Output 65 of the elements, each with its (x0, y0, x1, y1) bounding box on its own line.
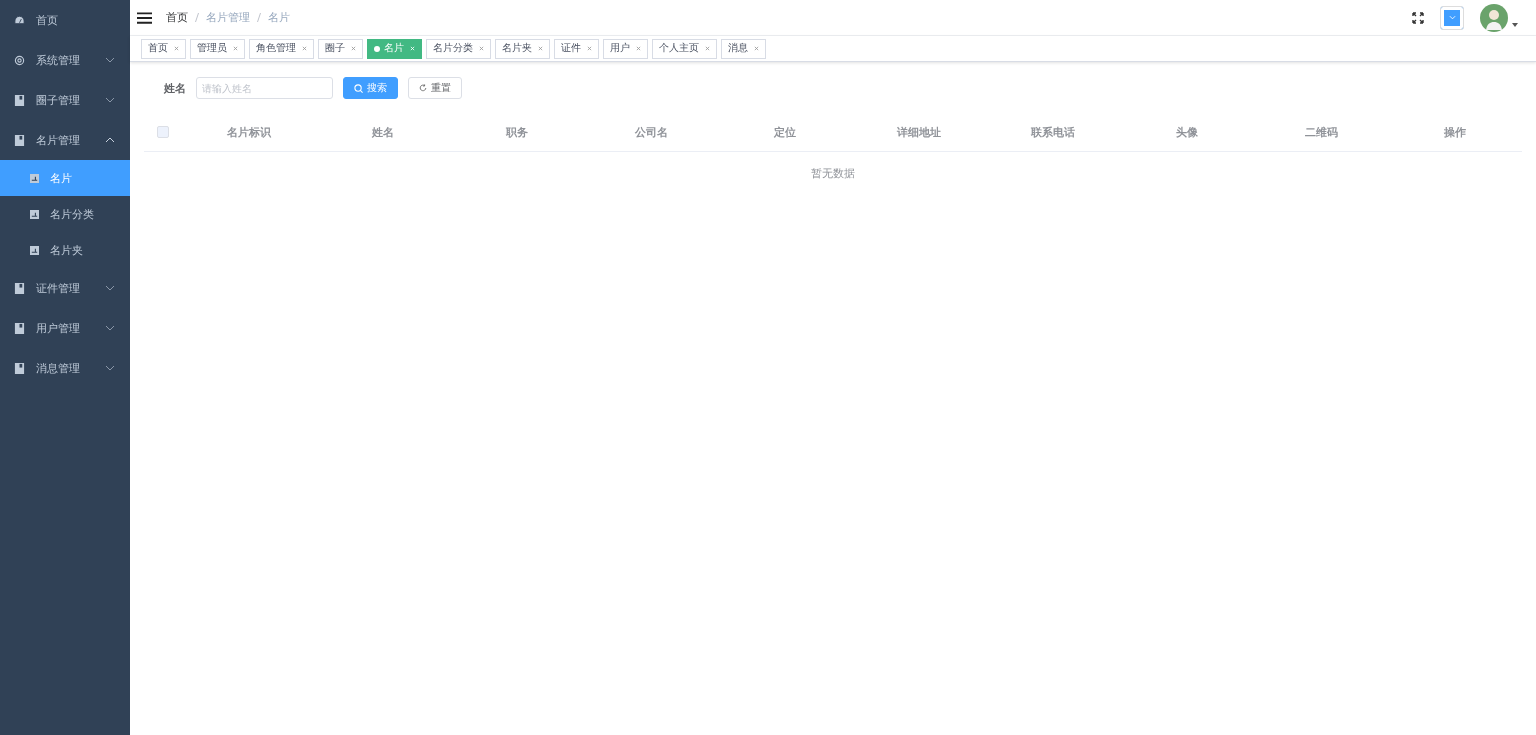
book-icon (14, 282, 25, 294)
column-header: 联系电话 (1030, 124, 1076, 140)
book-icon (14, 362, 25, 374)
book-icon (14, 322, 25, 334)
field-label: 姓名 (164, 80, 186, 96)
menu-item[interactable]: 名片管理 (0, 120, 130, 160)
close-icon[interactable] (174, 46, 179, 51)
menu-item[interactable]: 首页 (0, 0, 130, 40)
book-icon (14, 94, 25, 106)
close-icon[interactable] (538, 46, 543, 51)
close-icon[interactable] (754, 46, 759, 51)
tab[interactable]: 用户 (603, 38, 648, 59)
empty-message: 暂无数据 (811, 167, 855, 180)
column-header: 职务 (505, 124, 529, 140)
menu-item[interactable]: 证件管理 (0, 268, 130, 308)
menu-icon[interactable] (137, 11, 152, 24)
menu-item[interactable]: 用户管理 (0, 308, 130, 348)
close-icon[interactable] (587, 46, 592, 51)
close-icon[interactable] (479, 46, 484, 51)
chevron-icon (1448, 15, 1456, 20)
dashboard-icon (14, 15, 25, 25)
column-header: 操作 (1443, 124, 1467, 140)
column-header: 头像 (1175, 124, 1199, 140)
tab[interactable]: 证件 (554, 38, 599, 59)
tab[interactable]: 圈子 (318, 38, 363, 59)
close-icon[interactable] (636, 46, 641, 51)
column-header: 详细地址 (896, 124, 942, 140)
close-icon[interactable] (351, 46, 356, 51)
column-header: 名片标识 (226, 124, 272, 140)
menu-item[interactable]: 消息管理 (0, 348, 130, 388)
document-icon (30, 245, 39, 255)
column-header: 二维码 (1303, 124, 1339, 140)
menu-item[interactable]: 系统管理 (0, 40, 130, 80)
column-header: 定位 (773, 124, 797, 140)
menu-item[interactable]: 圈子管理 (0, 80, 130, 120)
submenu-item[interactable]: 名片分类 (0, 196, 130, 232)
breadcrumb-separator (257, 13, 261, 22)
tab[interactable]: 个人主页 (652, 38, 717, 59)
gear-icon (14, 54, 25, 66)
tab[interactable]: 角色管理 (249, 38, 314, 59)
tab[interactable]: 管理员 (190, 38, 245, 59)
tab[interactable]: 名片夹 (495, 38, 550, 59)
column-header: 姓名 (371, 124, 395, 140)
breadcrumb-item[interactable]: 首页 (166, 10, 188, 25)
refresh-icon (419, 84, 427, 92)
caret-icon[interactable] (1512, 22, 1518, 27)
column-header: 公司名 (633, 124, 669, 140)
breadcrumb-item: 名片管理 (206, 10, 250, 25)
reset-button[interactable]: 重置 (408, 77, 462, 99)
book-icon (14, 134, 25, 146)
tab[interactable]: 首页 (141, 38, 186, 59)
document-icon (30, 173, 39, 183)
dropdown-button[interactable] (1440, 5, 1464, 30)
breadcrumb-separator (195, 13, 199, 22)
fullscreen-icon[interactable] (1412, 11, 1424, 24)
breadcrumb-item: 名片 (268, 10, 290, 25)
select-all-checkbox[interactable] (157, 126, 169, 138)
tab[interactable]: 名片分类 (426, 38, 491, 59)
close-icon[interactable] (233, 46, 238, 51)
submenu-item[interactable]: 名片夹 (0, 232, 130, 268)
close-icon[interactable] (302, 46, 307, 51)
search-icon (354, 83, 363, 93)
document-icon (30, 209, 39, 219)
close-icon[interactable] (705, 46, 710, 51)
tab[interactable]: 消息 (721, 38, 766, 59)
